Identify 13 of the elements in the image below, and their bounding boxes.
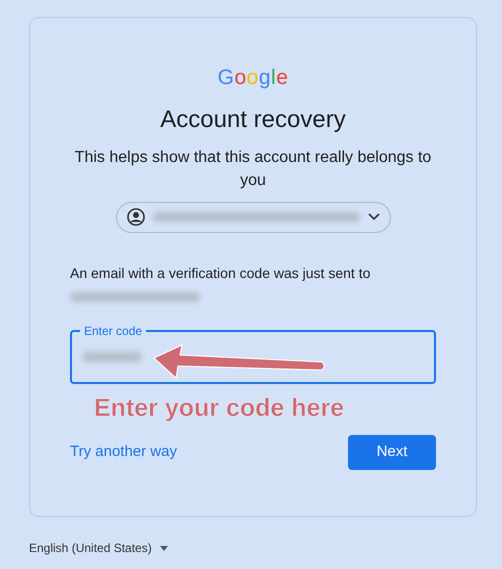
account-icon [126, 208, 144, 226]
try-another-way-link[interactable]: Try another way [70, 441, 177, 464]
info-text: An email with a verification code was just sent to [70, 264, 372, 283]
next-button[interactable]: Next [348, 435, 436, 470]
subtitle: This helps show that this account really belongs to you [74, 148, 432, 190]
redacted-code [82, 352, 142, 362]
account-chip[interactable] [116, 202, 390, 232]
language-selector[interactable]: English (United States) [29, 539, 168, 557]
annotation-text: Enter your code here [94, 392, 346, 424]
chevron-down-icon [368, 213, 380, 221]
google-logo: Google [218, 66, 288, 89]
caret-icon [160, 546, 168, 550]
page-title: Account recovery [160, 106, 346, 132]
